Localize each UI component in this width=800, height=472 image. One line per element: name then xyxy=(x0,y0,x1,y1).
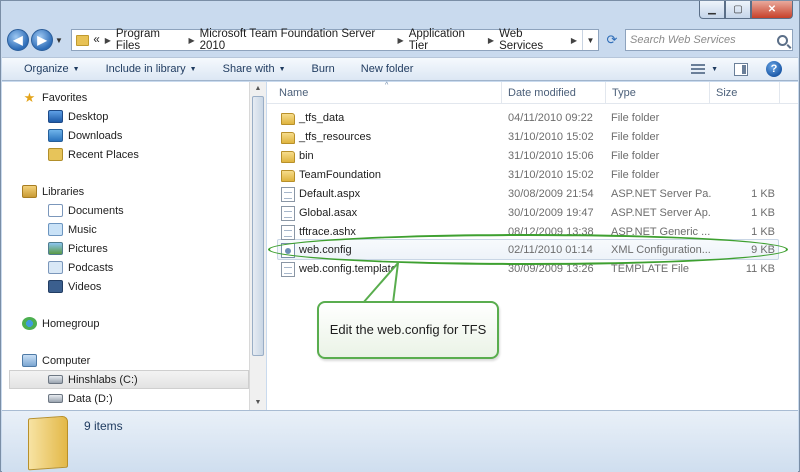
folder-icon xyxy=(28,415,68,471)
explorer-window: ▁ ▢ ✕ ◀ ▶ ▼ « ▶ Program Files ▶ Microsof… xyxy=(0,0,800,472)
details-pane: 9 items xyxy=(2,410,798,472)
annotation-text: Edit the web.config for TFS xyxy=(329,322,487,337)
callout-pointer xyxy=(362,262,399,304)
annotation-callout: Edit the web.config for TFS xyxy=(317,301,499,359)
item-count: 9 items xyxy=(84,419,123,433)
